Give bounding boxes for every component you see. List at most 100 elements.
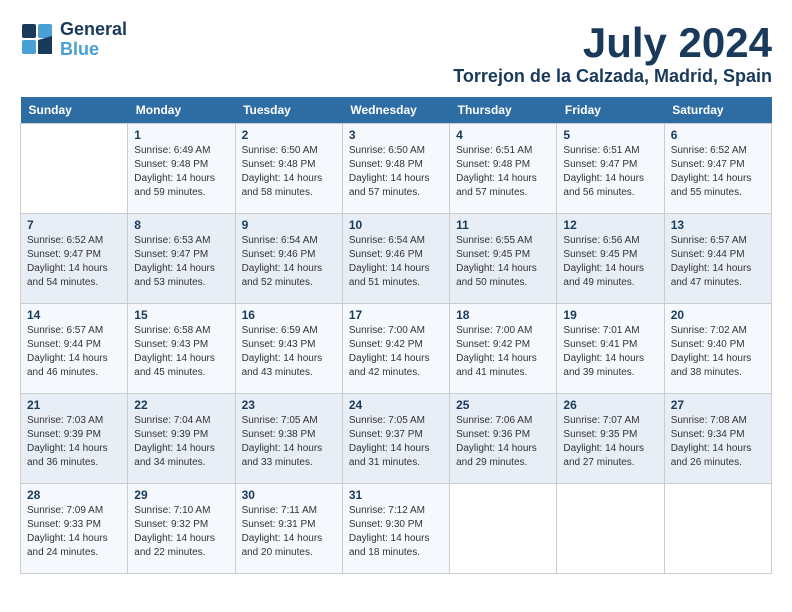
day-number: 12 [563,218,657,232]
weekday-header-wednesday: Wednesday [342,97,449,124]
day-number: 3 [349,128,443,142]
calendar-cell: 8Sunrise: 6:53 AM Sunset: 9:47 PM Daylig… [128,214,235,304]
day-number: 4 [456,128,550,142]
calendar-week-5: 28Sunrise: 7:09 AM Sunset: 9:33 PM Dayli… [21,484,772,574]
weekday-header-sunday: Sunday [21,97,128,124]
calendar-week-3: 14 Sunrise: 6:57 AM Sunset: 9:44 PM Dayli… [21,304,772,394]
day-number: 17 [349,308,443,322]
calendar-cell: 6Sunrise: 6:52 AM Sunset: 9:47 PM Daylig… [664,124,771,214]
day-number: 5 [563,128,657,142]
calendar-cell: 24Sunrise: 7:05 AM Sunset: 9:37 PM Dayli… [342,394,449,484]
day-info: Sunrise: 6:56 AM Sunset: 9:45 PM Dayligh… [563,234,657,290]
page-header: General Blue July 2024 Torrejon de la Ca… [20,20,772,87]
calendar-cell: 12 Sunrise: 6:56 AM Sunset: 9:45 PM Dayli… [557,214,664,304]
logo-general: General [60,20,127,40]
day-info: Sunrise: 7:11 AM Sunset: 9:31 PM Dayligh… [242,504,336,560]
calendar-cell: 7 Sunrise: 6:52 AM Sunset: 9:47 PM Daylig… [21,214,128,304]
calendar-cell: 21Sunrise: 7:03 AM Sunset: 9:39 PM Dayli… [21,394,128,484]
day-number: 8 [134,218,228,232]
calendar-cell: 15 Sunrise: 6:58 AM Sunset: 9:43 PM Dayli… [128,304,235,394]
day-info: Sunrise: 6:50 AM Sunset: 9:48 PM Dayligh… [242,144,336,200]
day-number: 9 [242,218,336,232]
calendar-cell: 25 Sunrise: 7:06 AM Sunset: 9:36 PM Dayli… [450,394,557,484]
day-number: 10 [349,218,443,232]
calendar-cell: 11 Sunrise: 6:55 AM Sunset: 9:45 PM Dayli… [450,214,557,304]
logo-blue: Blue [60,40,127,60]
calendar-cell: 23Sunrise: 7:05 AM Sunset: 9:38 PM Dayli… [235,394,342,484]
calendar-cell: 1 Sunrise: 6:49 AM Sunset: 9:48 PM Daylig… [128,124,235,214]
day-info: Sunrise: 7:07 AM Sunset: 9:35 PM Dayligh… [563,414,657,470]
calendar-week-2: 7 Sunrise: 6:52 AM Sunset: 9:47 PM Daylig… [21,214,772,304]
calendar-cell: 19 Sunrise: 7:01 AM Sunset: 9:41 PM Dayli… [557,304,664,394]
day-info: Sunrise: 6:54 AM Sunset: 9:46 PM Dayligh… [242,234,336,290]
day-number: 11 [456,218,550,232]
calendar-cell: 30 Sunrise: 7:11 AM Sunset: 9:31 PM Dayli… [235,484,342,574]
day-number: 28 [27,488,121,502]
weekday-header-thursday: Thursday [450,97,557,124]
calendar-cell: 26Sunrise: 7:07 AM Sunset: 9:35 PM Dayli… [557,394,664,484]
weekday-header-friday: Friday [557,97,664,124]
day-info: Sunrise: 7:03 AM Sunset: 9:39 PM Dayligh… [27,414,121,470]
calendar-cell [450,484,557,574]
calendar-cell: 17 Sunrise: 7:00 AM Sunset: 9:42 PM Dayli… [342,304,449,394]
day-info: Sunrise: 6:55 AM Sunset: 9:45 PM Dayligh… [456,234,550,290]
calendar-cell: 20 Sunrise: 7:02 AM Sunset: 9:40 PM Dayli… [664,304,771,394]
day-info: Sunrise: 7:10 AM Sunset: 9:32 PM Dayligh… [134,504,228,560]
day-info: Sunrise: 7:06 AM Sunset: 9:36 PM Dayligh… [456,414,550,470]
day-number: 16 [242,308,336,322]
calendar-cell: 2 Sunrise: 6:50 AM Sunset: 9:48 PM Daylig… [235,124,342,214]
day-info: Sunrise: 6:51 AM Sunset: 9:47 PM Dayligh… [563,144,657,200]
day-info: Sunrise: 6:57 AM Sunset: 9:44 PM Dayligh… [671,234,765,290]
day-number: 23 [242,398,336,412]
calendar-table: SundayMondayTuesdayWednesdayThursdayFrid… [20,97,772,574]
calendar-cell: 13Sunrise: 6:57 AM Sunset: 9:44 PM Dayli… [664,214,771,304]
day-info: Sunrise: 7:05 AM Sunset: 9:37 PM Dayligh… [349,414,443,470]
day-number: 2 [242,128,336,142]
weekday-header-row: SundayMondayTuesdayWednesdayThursdayFrid… [21,97,772,124]
calendar-cell: 10Sunrise: 6:54 AM Sunset: 9:46 PM Dayli… [342,214,449,304]
day-number: 1 [134,128,228,142]
day-info: Sunrise: 6:51 AM Sunset: 9:48 PM Dayligh… [456,144,550,200]
day-info: Sunrise: 6:49 AM Sunset: 9:48 PM Dayligh… [134,144,228,200]
calendar-cell: 29Sunrise: 7:10 AM Sunset: 9:32 PM Dayli… [128,484,235,574]
weekday-header-monday: Monday [128,97,235,124]
calendar-cell [557,484,664,574]
day-number: 15 [134,308,228,322]
day-number: 7 [27,218,121,232]
day-info: Sunrise: 7:00 AM Sunset: 9:42 PM Dayligh… [456,324,550,380]
calendar-cell: 5 Sunrise: 6:51 AM Sunset: 9:47 PM Daylig… [557,124,664,214]
calendar-cell: 9 Sunrise: 6:54 AM Sunset: 9:46 PM Daylig… [235,214,342,304]
day-info: Sunrise: 7:12 AM Sunset: 9:30 PM Dayligh… [349,504,443,560]
calendar-cell: 3 Sunrise: 6:50 AM Sunset: 9:48 PM Daylig… [342,124,449,214]
day-info: Sunrise: 6:57 AM Sunset: 9:44 PM Dayligh… [27,324,121,380]
day-info: Sunrise: 7:08 AM Sunset: 9:34 PM Dayligh… [671,414,765,470]
month-title: July 2024 [453,20,772,66]
logo: General Blue [20,20,127,60]
day-number: 6 [671,128,765,142]
calendar-week-4: 21Sunrise: 7:03 AM Sunset: 9:39 PM Dayli… [21,394,772,484]
day-info: Sunrise: 6:58 AM Sunset: 9:43 PM Dayligh… [134,324,228,380]
calendar-cell: 27 Sunrise: 7:08 AM Sunset: 9:34 PM Dayli… [664,394,771,484]
day-info: Sunrise: 7:01 AM Sunset: 9:41 PM Dayligh… [563,324,657,380]
day-number: 25 [456,398,550,412]
day-number: 19 [563,308,657,322]
day-number: 18 [456,308,550,322]
day-number: 22 [134,398,228,412]
day-number: 27 [671,398,765,412]
calendar-cell: 31Sunrise: 7:12 AM Sunset: 9:30 PM Dayli… [342,484,449,574]
weekday-header-tuesday: Tuesday [235,97,342,124]
calendar-cell: 22 Sunrise: 7:04 AM Sunset: 9:39 PM Dayli… [128,394,235,484]
day-info: Sunrise: 7:02 AM Sunset: 9:40 PM Dayligh… [671,324,765,380]
calendar-week-1: 1 Sunrise: 6:49 AM Sunset: 9:48 PM Daylig… [21,124,772,214]
day-info: Sunrise: 6:50 AM Sunset: 9:48 PM Dayligh… [349,144,443,200]
calendar-cell [664,484,771,574]
calendar-cell: 4 Sunrise: 6:51 AM Sunset: 9:48 PM Daylig… [450,124,557,214]
day-number: 14 [27,308,121,322]
day-info: Sunrise: 6:52 AM Sunset: 9:47 PM Dayligh… [27,234,121,290]
day-number: 20 [671,308,765,322]
day-info: Sunrise: 7:04 AM Sunset: 9:39 PM Dayligh… [134,414,228,470]
title-block: July 2024 Torrejon de la Calzada, Madrid… [453,20,772,87]
day-info: Sunrise: 7:00 AM Sunset: 9:42 PM Dayligh… [349,324,443,380]
day-number: 30 [242,488,336,502]
location-title: Torrejon de la Calzada, Madrid, Spain [453,66,772,87]
